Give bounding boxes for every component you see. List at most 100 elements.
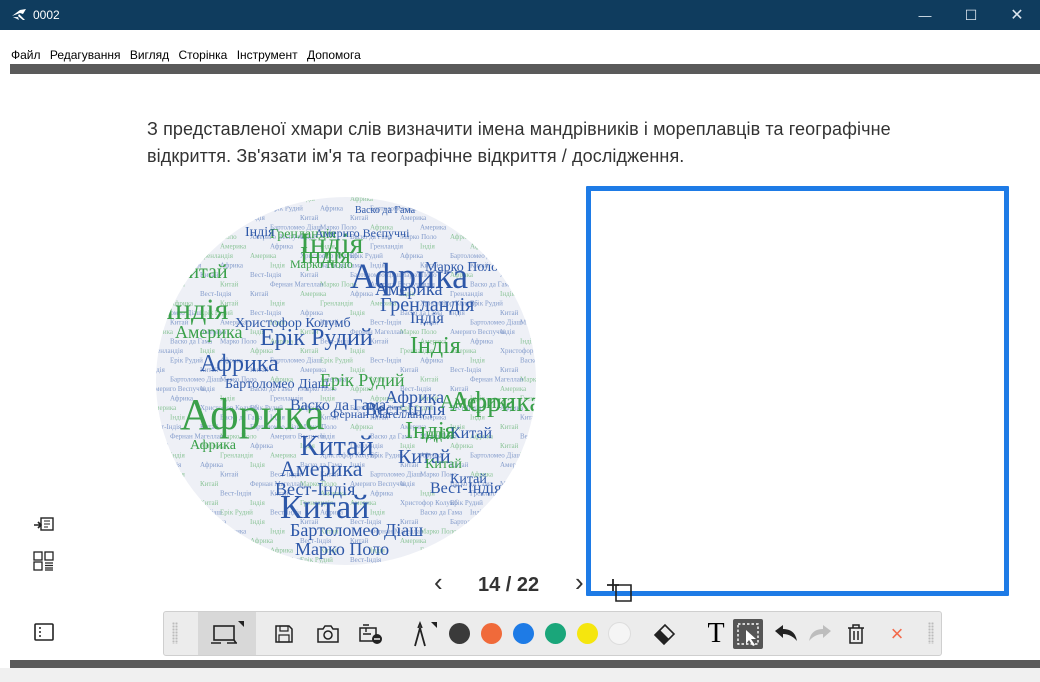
cloud-filler-word: Індія (250, 214, 266, 222)
cloud-filler-word: Китай (400, 195, 419, 203)
cloud-filler-word: Америго Веспуччі (470, 528, 525, 536)
color-dot (480, 623, 502, 644)
cloud-filler-word: Вест-Індія (470, 566, 502, 574)
cloud-filler-word: Китай (220, 224, 239, 232)
cloud-filler-word: Індія (520, 528, 536, 536)
cloud-filler-word: Америка (150, 404, 177, 412)
cloud-filler-word: Вест-Індія (370, 357, 402, 365)
cloud-word: Фернан Магеллан (330, 407, 422, 421)
menu-edit[interactable]: Редагування (50, 46, 121, 64)
menu-help[interactable]: Допомога (307, 46, 361, 64)
cloud-filler-word: Китай (200, 480, 219, 488)
cloud-filler-word: Гренландія (500, 195, 534, 203)
eraser-button[interactable] (650, 612, 680, 655)
menu-file[interactable]: Файл (11, 46, 41, 64)
cloud-word: Марко Поло (295, 539, 389, 559)
cloud-filler-word: Китай (420, 376, 439, 384)
text-tool-button[interactable]: T (701, 612, 731, 655)
maximize-icon: ☐ (964, 6, 978, 23)
menu-page[interactable]: Сторінка (178, 46, 227, 64)
maximize-button[interactable]: ☐ (948, 0, 994, 30)
cloud-filler-word: Вест-Індія (520, 433, 542, 441)
cloud-filler-word: Гренландія (200, 252, 234, 260)
cloud-filler-word: Африка (350, 195, 374, 203)
cloud-filler-word: Америка (220, 243, 247, 251)
prev-page-button[interactable]: ‹ (434, 567, 443, 598)
grid-icon[interactable] (33, 551, 55, 571)
cloud-filler-word: Індія (150, 252, 166, 260)
top-divider (10, 64, 1040, 74)
cloud-filler-word: Вест-Індія (470, 205, 502, 213)
delete-icon (848, 623, 864, 644)
add-page-icon[interactable] (605, 577, 633, 603)
answer-drawing-box[interactable] (586, 186, 1009, 596)
cloud-filler-word: Марко Поло (500, 518, 537, 526)
color-swatch-3[interactable] (510, 612, 536, 655)
redo-button[interactable] (806, 612, 834, 655)
close-toolbar-button[interactable]: × (884, 612, 910, 655)
toolbar-grip-left[interactable] (172, 622, 178, 644)
cloud-filler-word: Китай (150, 442, 169, 450)
cloud-filler-word: Китай (270, 566, 289, 574)
cloud-filler-word: Ерік Рудий (170, 357, 203, 365)
cloud-filler-word: Бартоломео Діаш (470, 319, 522, 327)
whiteboard-mode-button[interactable] (198, 612, 256, 655)
cloud-word: Африка (385, 387, 444, 407)
close-window-button[interactable]: ✕ (994, 0, 1040, 30)
import-icon[interactable] (33, 515, 55, 535)
color-swatch-6[interactable] (606, 612, 632, 655)
toolbar-grip-right[interactable] (928, 622, 934, 644)
cloud-filler-word: Африка (150, 290, 174, 298)
next-page-button[interactable]: › (575, 567, 584, 598)
task-line-1: З представленої хмари слів визначити іме… (147, 119, 891, 139)
cloud-filler-word: Вест-Індія (370, 319, 402, 327)
minimize-button[interactable]: — (902, 0, 948, 30)
cloud-filler-word: Африка (350, 423, 374, 431)
menu-tool[interactable]: Інструмент (237, 46, 298, 64)
cloud-filler-word: Індія (520, 490, 536, 498)
cloud-filler-word: Китай (500, 309, 519, 317)
color-swatch-4[interactable] (542, 612, 568, 655)
cloud-filler-word: Китай (370, 338, 389, 346)
cloud-filler-word: Індія (170, 471, 186, 479)
screenshot-button[interactable] (313, 612, 343, 655)
cloud-filler-word: Африка (470, 243, 494, 251)
whiteboard-icon (211, 620, 244, 644)
cloud-filler-word: Індія (450, 556, 466, 564)
save-button[interactable] (270, 612, 298, 655)
cloud-filler-word: Африка (250, 537, 274, 545)
cloud-filler-word: Христофор Колумб (520, 547, 542, 555)
undo-button[interactable] (772, 612, 800, 655)
color-swatch-5[interactable] (574, 612, 600, 655)
cloud-filler-word: Індія (250, 518, 266, 526)
cloud-filler-word: Гренландія (150, 347, 184, 355)
cloud-word: Марко Поло (425, 260, 498, 275)
cloud-filler-word: Марко Поло (500, 480, 537, 488)
cloud-filler-word: Америка (250, 252, 277, 260)
capture-button[interactable] (356, 612, 386, 655)
cloud-filler-word: Америго Веспуччі (350, 480, 405, 488)
cloud-filler-word: Фернан Магеллан (470, 376, 524, 384)
color-swatch-2[interactable] (478, 612, 504, 655)
cloud-filler-word: Марко Поло (520, 319, 542, 327)
delete-button[interactable] (842, 612, 870, 655)
pen-button[interactable] (408, 612, 438, 655)
cloud-filler-word: Вест-Індія (250, 271, 282, 279)
cloud-filler-word: Африка (370, 490, 394, 498)
color-dot (607, 622, 631, 645)
cloud-word: Індія (410, 333, 461, 359)
cloud-filler-word: Африка (520, 300, 542, 308)
menu-view[interactable]: Вигляд (130, 46, 169, 64)
cloud-filler-word: Африка (270, 547, 294, 555)
cloud-word: Індія (410, 310, 444, 327)
cloud-filler-word: Ерік Рудий (500, 252, 533, 260)
cloud-filler-word: Індія (220, 547, 236, 555)
color-dot (544, 623, 566, 644)
panel-icon[interactable] (33, 622, 55, 642)
cloud-filler-word: Америка (220, 528, 247, 536)
select-tool-button[interactable] (732, 612, 764, 655)
color-swatch-1[interactable] (446, 612, 472, 655)
cloud-filler-word: Індія (250, 499, 266, 507)
cloud-word: Америка (175, 322, 242, 342)
cloud-filler-word: Африка (450, 233, 474, 241)
